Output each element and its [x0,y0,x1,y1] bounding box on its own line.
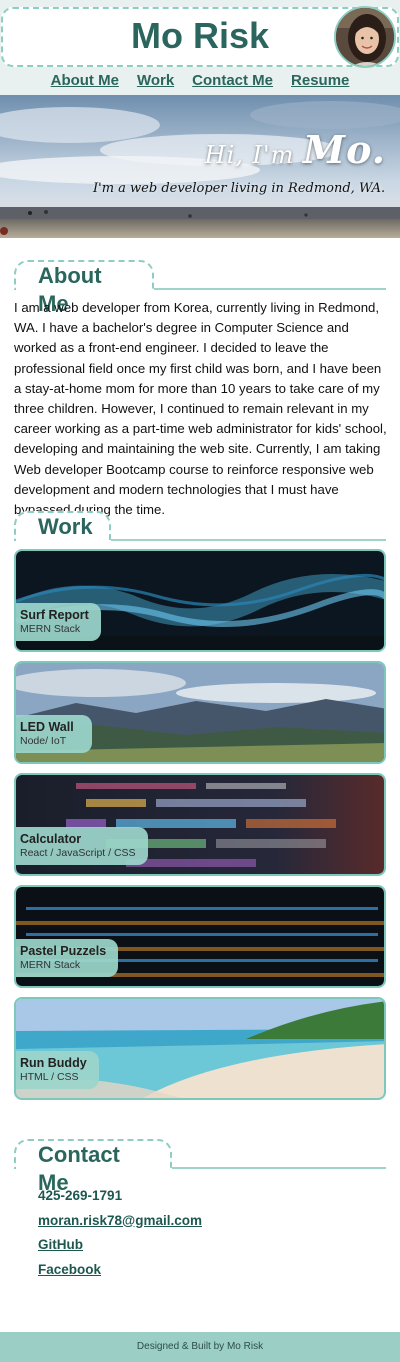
hero-tagline: I'm a web developer living in Redmond, W… [93,181,386,196]
about-heading-bar: About Me [14,260,386,316]
hero-greeting-text: Hi, I'm [204,141,295,169]
project-label: Pastel Puzzels MERN Stack [16,939,119,977]
contact-email-link[interactable]: moran.risk78@gmail.com [38,1209,202,1234]
hero-banner: Hi, I'm Mo. I'm a web developer living i… [0,95,400,238]
avatar [334,6,396,68]
nav-about-me[interactable]: About Me [51,71,119,91]
site-footer: Designed & Built by Mo Risk [0,1332,400,1362]
project-stack: HTML / CSS [20,1071,79,1083]
project-stack: Node/ IoT [20,735,67,747]
contact-list: 425-269-1791 moran.risk78@gmail.com GitH… [38,1184,202,1282]
nav-resume[interactable]: Resume [291,71,349,91]
hero-name: Mo. [303,127,386,172]
contact-heading-bar: Contact Me [14,1139,386,1195]
main-nav: About Me Work Contact Me Resume [0,71,400,91]
contact-phone: 425-269-1791 [38,1188,123,1203]
project-title: Surf Report [20,608,89,622]
project-label: Run Buddy HTML / CSS [16,1051,99,1089]
project-label: LED Wall Node/ IoT [16,715,92,753]
project-card-surf-report[interactable]: Surf Report MERN Stack [14,549,386,652]
nav-work[interactable]: Work [137,71,174,91]
project-stack: MERN Stack [20,959,81,971]
work-heading-tab: Work [14,511,111,541]
about-heading-tab: About Me [14,260,154,316]
project-stack: React / JavaScript / CSS [20,847,136,859]
project-stack: MERN Stack [20,623,81,635]
about-text: I am a web developer from Korea, current… [14,300,387,518]
project-title: Pastel Puzzels [20,944,107,958]
project-title: Calculator [20,832,82,846]
project-label: Surf Report MERN Stack [16,603,101,641]
nav-contact-me[interactable]: Contact Me [192,71,273,91]
contact-heading-tab: Contact Me [14,1139,172,1195]
work-heading-bar: Work [14,511,386,541]
contact-github-link[interactable]: GitHub [38,1233,202,1258]
work-heading: Work [38,514,93,539]
contact-facebook-link[interactable]: Facebook [38,1258,202,1283]
project-title: LED Wall [20,720,74,734]
project-card-pastel-puzzels[interactable]: Pastel Puzzels MERN Stack [14,885,386,988]
project-title: Run Buddy [20,1056,87,1070]
project-card-run-buddy[interactable]: Run Buddy HTML / CSS [14,997,386,1100]
project-label: Calculator React / JavaScript / CSS [16,827,148,865]
hero-greeting: Hi, I'm Mo. [205,127,386,172]
site-header: Mo Risk About Me Work Contact Me Resume [0,0,400,95]
project-card-led-wall[interactable]: LED Wall Node/ IoT [14,661,386,764]
project-card-calculator[interactable]: Calculator React / JavaScript / CSS [14,773,386,876]
footer-text: Designed & Built by Mo Risk [136,1341,264,1352]
